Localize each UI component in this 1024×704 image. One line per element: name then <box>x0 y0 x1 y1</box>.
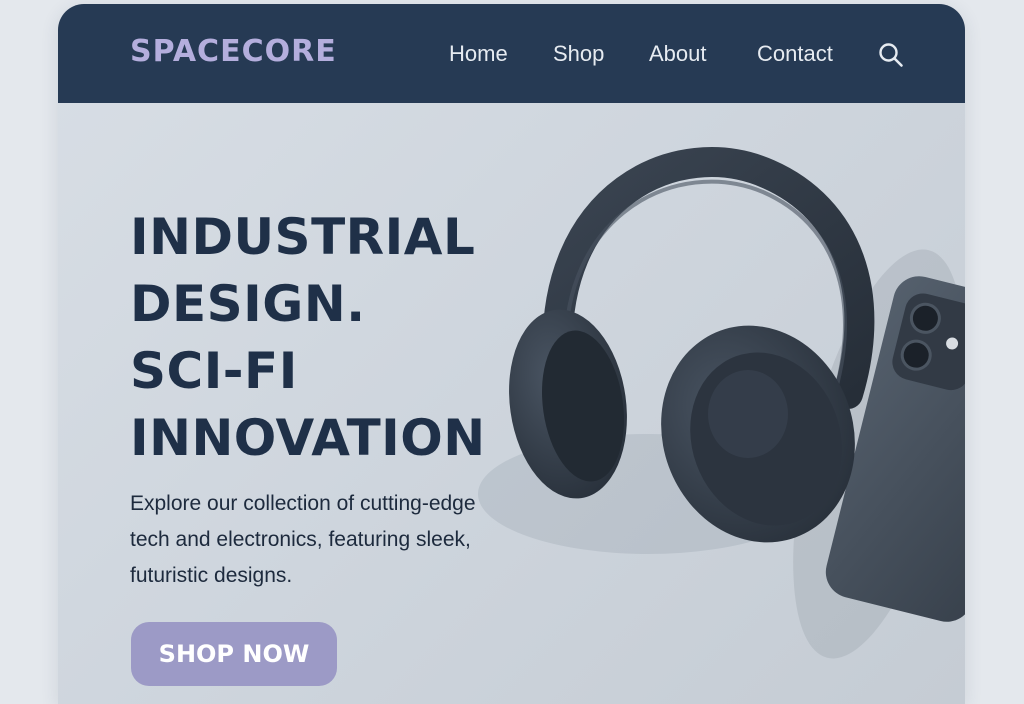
top-navbar: SPACECORE Home Shop About Contact <box>58 4 965 103</box>
brand-logo[interactable]: SPACECORE <box>130 34 337 69</box>
nav-link-about[interactable]: About <box>649 41 707 67</box>
nav-link-shop[interactable]: Shop <box>553 41 604 67</box>
search-button[interactable] <box>878 42 904 68</box>
nav-link-contact[interactable]: Contact <box>757 41 833 67</box>
hero-headline-line: INNOVATION <box>130 409 486 467</box>
hero-headline-line: DESIGN. <box>130 275 366 333</box>
headphones-illustration <box>478 147 875 554</box>
landing-card: SPACECORE Home Shop About Contact INDUST… <box>58 4 965 704</box>
hero-headline-line: INDUSTRIAL <box>130 208 476 266</box>
shop-now-button[interactable]: SHOP NOW <box>131 622 337 686</box>
search-icon <box>879 43 903 67</box>
hero-headline: INDUSTRIAL DESIGN. SCI-FI INNOVATION <box>130 204 486 472</box>
nav-link-home[interactable]: Home <box>449 41 508 67</box>
hero-headline-line: SCI-FI <box>130 342 298 400</box>
hero-description: Explore our collection of cutting-edge t… <box>130 492 476 587</box>
hero-product-image <box>478 147 965 659</box>
